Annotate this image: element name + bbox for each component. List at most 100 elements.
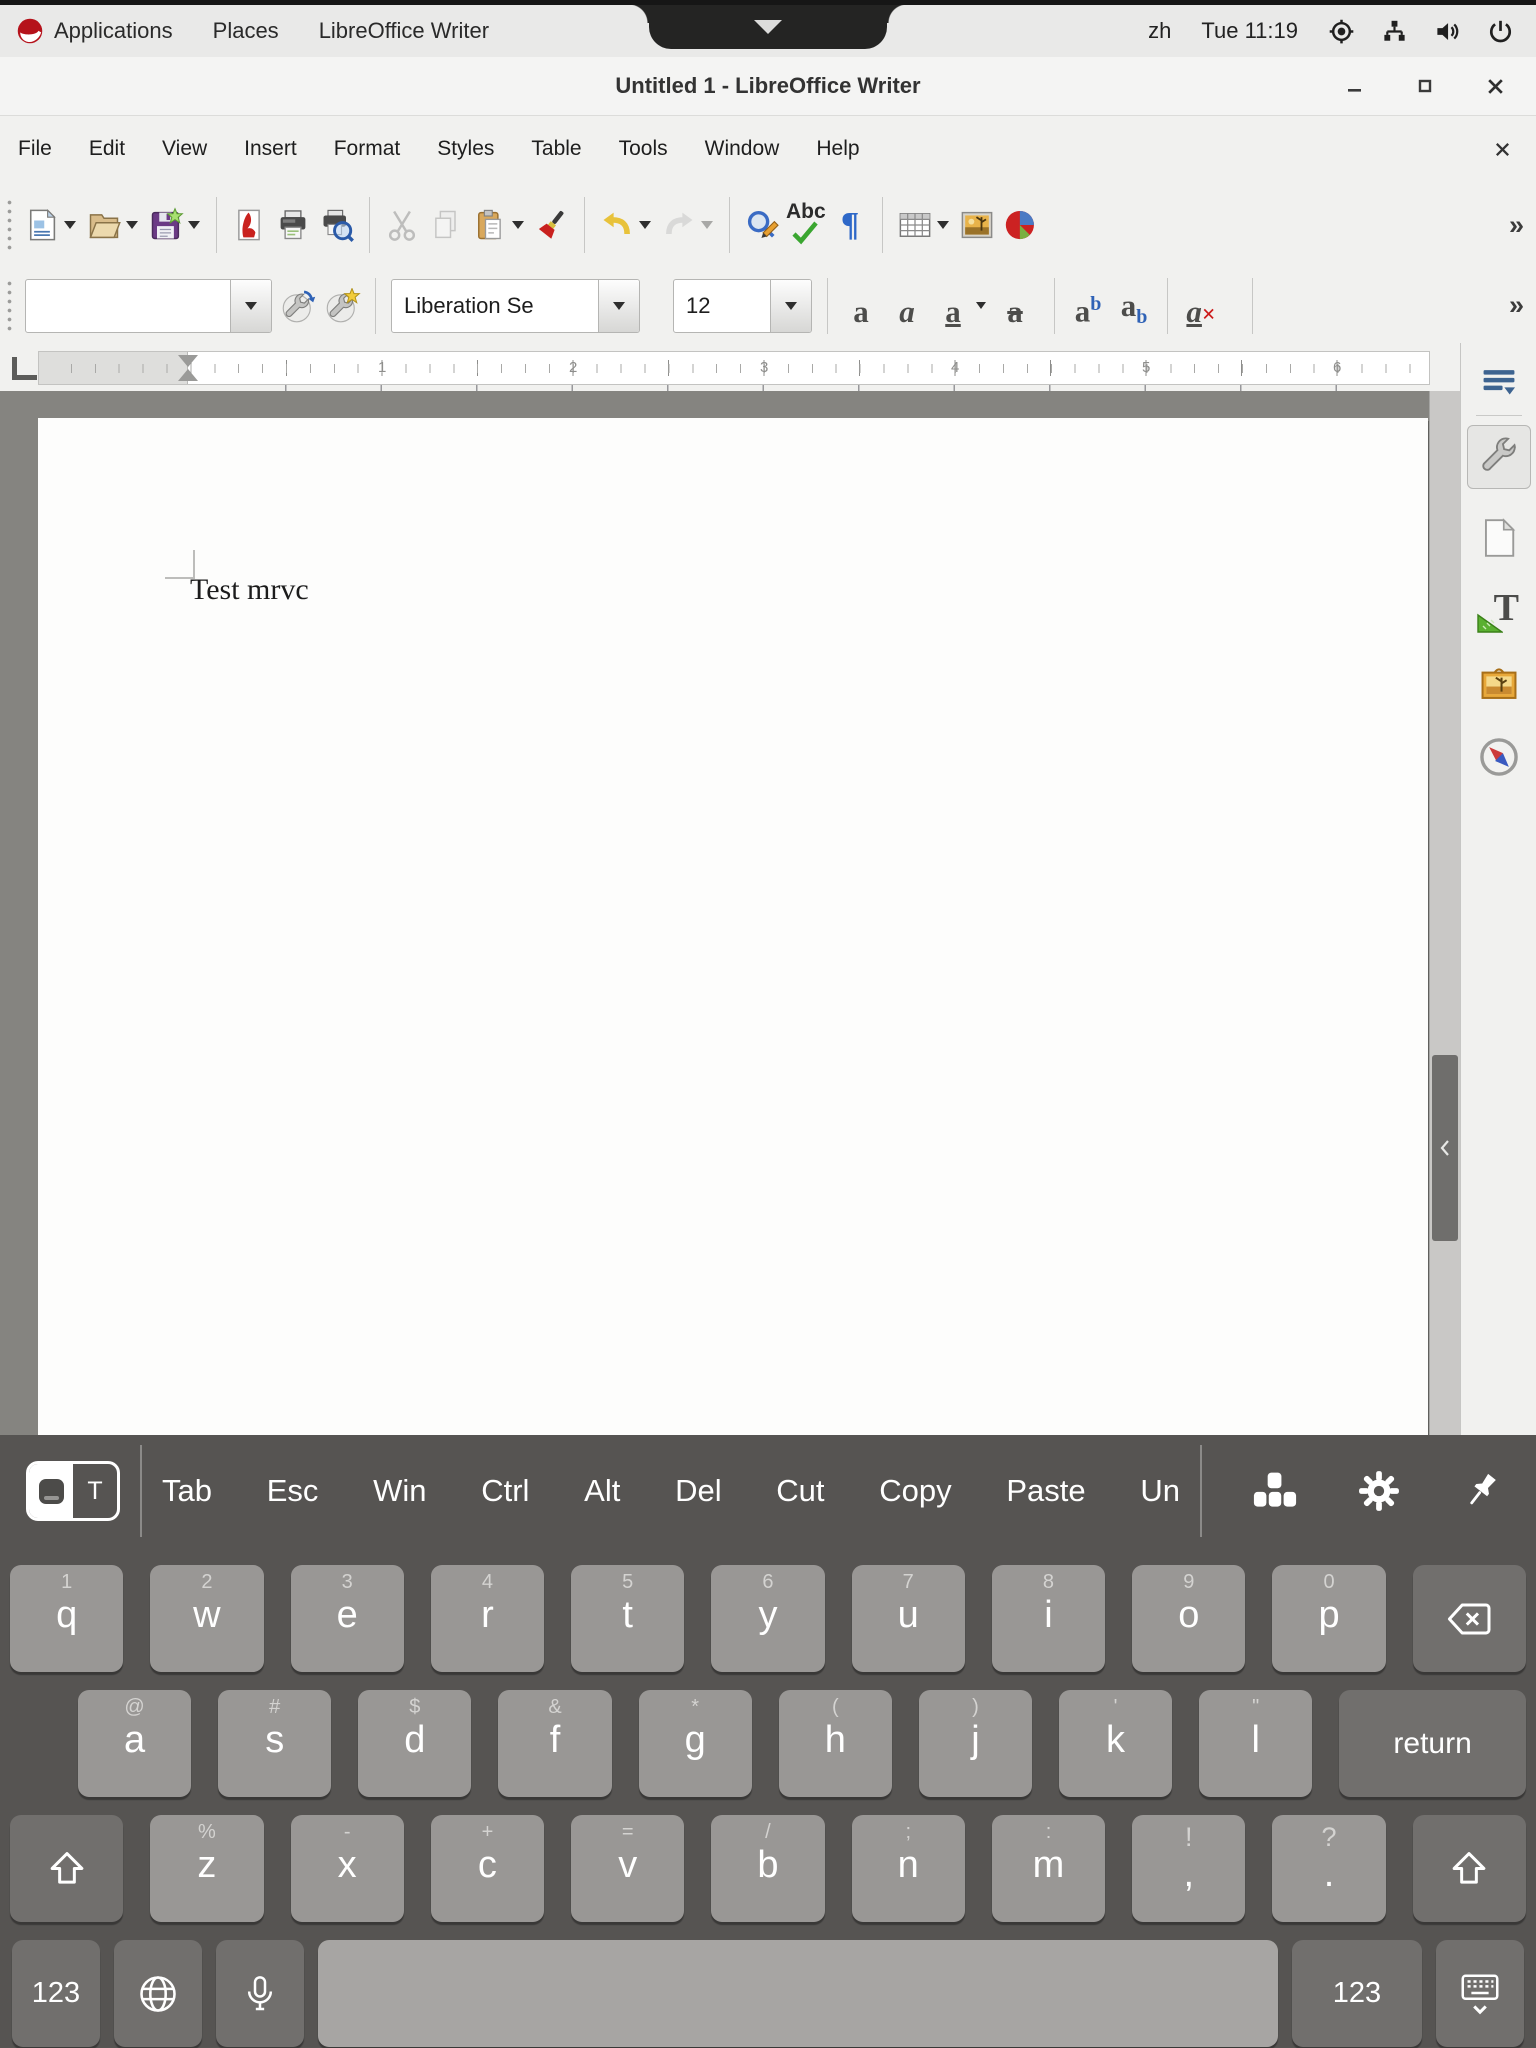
- key-shift-right[interactable]: [1413, 1815, 1526, 1922]
- key-r[interactable]: 4r: [431, 1565, 544, 1672]
- sidebar-tab-styles[interactable]: T: [1475, 587, 1523, 635]
- key-numbers-right[interactable]: 123: [1292, 1940, 1422, 2047]
- tab-type-selector[interactable]: [12, 357, 37, 380]
- key-q[interactable]: 1q: [10, 1565, 123, 1672]
- paragraph-style-value[interactable]: [26, 280, 230, 332]
- font-size-dropdown[interactable]: [770, 280, 811, 332]
- print-button[interactable]: [271, 196, 315, 254]
- undo-button[interactable]: [595, 196, 639, 254]
- toolbar-overflow-button[interactable]: »: [1509, 210, 1524, 241]
- toolbar-overflow-button[interactable]: »: [1509, 290, 1524, 321]
- places-menu[interactable]: Places: [213, 18, 279, 44]
- key-n[interactable]: ;n: [852, 1815, 965, 1922]
- key-globe[interactable]: [114, 1940, 202, 2047]
- menu-edit[interactable]: Edit: [89, 137, 125, 161]
- window-titlebar[interactable]: Untitled 1 - LibreOffice Writer: [0, 57, 1536, 116]
- menu-tools[interactable]: Tools: [619, 137, 668, 161]
- key-tab[interactable]: Tab: [162, 1473, 212, 1509]
- sidebar-settings-icon[interactable]: [1480, 365, 1518, 399]
- key-ctrl[interactable]: Ctrl: [481, 1473, 529, 1509]
- first-line-indent-marker[interactable]: [178, 355, 198, 367]
- key-comma[interactable]: !,: [1132, 1815, 1245, 1922]
- active-app-menu[interactable]: LibreOffice Writer: [319, 18, 489, 44]
- key-z[interactable]: %z: [150, 1815, 263, 1922]
- volume-icon[interactable]: [1434, 18, 1461, 45]
- clock[interactable]: Tue 11:19: [1201, 18, 1298, 44]
- new-document-button[interactable]: [20, 196, 64, 254]
- key-e[interactable]: 3e: [291, 1565, 404, 1672]
- key-p[interactable]: 0p: [1272, 1565, 1385, 1672]
- key-paste[interactable]: Paste: [1006, 1473, 1085, 1509]
- power-icon[interactable]: [1487, 18, 1514, 45]
- key-return[interactable]: return: [1339, 1690, 1526, 1797]
- key-o[interactable]: 9o: [1132, 1565, 1245, 1672]
- document-text[interactable]: Test mrvc: [190, 573, 309, 607]
- menu-styles[interactable]: Styles: [437, 137, 494, 161]
- paragraph-style-dropdown[interactable]: [230, 280, 271, 332]
- key-j[interactable]: )j: [919, 1690, 1032, 1797]
- key-v[interactable]: =v: [571, 1815, 684, 1922]
- spelling-button[interactable]: Abc: [784, 196, 828, 254]
- menu-format[interactable]: Format: [334, 137, 401, 161]
- key-x[interactable]: -x: [291, 1815, 404, 1922]
- minimize-button[interactable]: [1345, 76, 1365, 96]
- strikethrough-button[interactable]: a: [992, 274, 1038, 338]
- menu-table[interactable]: Table: [531, 137, 581, 161]
- document-page[interactable]: Test mrvc: [38, 418, 1428, 1435]
- key-f[interactable]: &f: [498, 1690, 611, 1797]
- find-replace-button[interactable]: [740, 196, 784, 254]
- key-mic[interactable]: [216, 1940, 304, 2047]
- key-m[interactable]: :m: [992, 1815, 1105, 1922]
- font-size-value[interactable]: 12: [674, 280, 770, 332]
- export-pdf-button[interactable]: [227, 196, 271, 254]
- input-method-indicator[interactable]: zh: [1148, 18, 1171, 44]
- trackpad-mode-segment[interactable]: [29, 1464, 73, 1518]
- new-style-button[interactable]: [321, 277, 365, 335]
- key-space[interactable]: [318, 1940, 1278, 2047]
- pull-tab[interactable]: [649, 5, 887, 49]
- toolbar-grip[interactable]: [5, 198, 14, 252]
- key-esc[interactable]: Esc: [267, 1473, 319, 1509]
- menu-file[interactable]: File: [18, 137, 52, 161]
- text-mode-segment[interactable]: T: [73, 1464, 117, 1518]
- close-document-icon[interactable]: [1493, 116, 1512, 182]
- menu-window[interactable]: Window: [705, 137, 780, 161]
- sidebar-tab-properties[interactable]: [1467, 425, 1531, 489]
- key-numbers-left[interactable]: 123: [12, 1940, 100, 2047]
- pointer-mode-toggle[interactable]: T: [26, 1461, 120, 1521]
- paste-dropdown[interactable]: [512, 221, 524, 229]
- insert-image-button[interactable]: [955, 196, 999, 254]
- key-undo-truncated[interactable]: Un: [1140, 1473, 1180, 1509]
- key-cut[interactable]: Cut: [776, 1473, 824, 1509]
- key-alt[interactable]: Alt: [584, 1473, 620, 1509]
- key-w[interactable]: 2w: [150, 1565, 263, 1672]
- insert-table-button[interactable]: [893, 196, 937, 254]
- network-icon[interactable]: [1381, 18, 1408, 45]
- paragraph-style-combo[interactable]: [25, 279, 272, 333]
- underline-dropdown[interactable]: [976, 302, 986, 309]
- italic-button[interactable]: a: [884, 274, 930, 338]
- key-l[interactable]: "l: [1199, 1690, 1312, 1797]
- save-button[interactable]: [144, 196, 188, 254]
- gear-icon[interactable]: [1356, 1468, 1402, 1514]
- formatting-marks-button[interactable]: ¶: [828, 196, 872, 254]
- key-b[interactable]: /b: [711, 1815, 824, 1922]
- insert-table-dropdown[interactable]: [937, 221, 949, 229]
- blocks-icon[interactable]: [1252, 1469, 1298, 1513]
- key-k[interactable]: 'k: [1059, 1690, 1172, 1797]
- key-y[interactable]: 6y: [711, 1565, 824, 1672]
- clone-formatting-button[interactable]: [530, 196, 574, 254]
- ruler-strip[interactable]: 1 2 3 4 5 6: [38, 351, 1430, 385]
- menu-insert[interactable]: Insert: [244, 137, 297, 161]
- toolbar-grip[interactable]: [5, 279, 14, 333]
- sidebar-tab-gallery[interactable]: [1475, 660, 1523, 708]
- font-size-combo[interactable]: 12: [673, 279, 812, 333]
- key-c[interactable]: +c: [431, 1815, 544, 1922]
- maximize-button[interactable]: [1415, 76, 1435, 96]
- underline-button[interactable]: a: [930, 274, 976, 338]
- open-dropdown[interactable]: [126, 221, 138, 229]
- open-button[interactable]: [82, 196, 126, 254]
- key-a[interactable]: @a: [78, 1690, 191, 1797]
- key-h[interactable]: (h: [779, 1690, 892, 1797]
- applications-menu[interactable]: Applications: [16, 17, 173, 45]
